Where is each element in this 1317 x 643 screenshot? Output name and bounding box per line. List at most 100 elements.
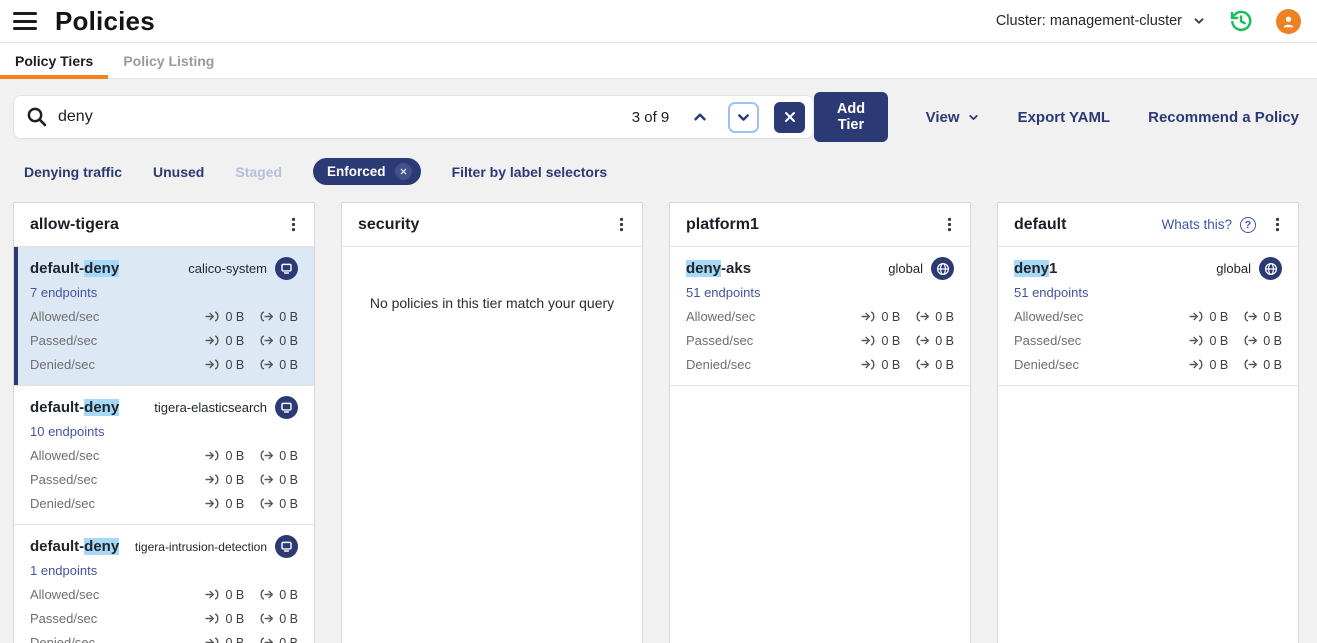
policy-scope: global <box>1216 261 1251 276</box>
ingress-icon <box>205 357 220 372</box>
policy-card[interactable]: default-deny tigera-intrusion-detection … <box>14 525 314 643</box>
history-icon <box>1229 9 1253 33</box>
tier-name: allow-tigera <box>30 216 119 234</box>
tier-name: default <box>1014 216 1066 234</box>
policy-card[interactable]: default-deny tigera-elasticsearch 10 end… <box>14 386 314 525</box>
metric-label: Passed/sec <box>686 333 753 348</box>
egress-icon <box>915 333 930 348</box>
filter-enforced-label: Enforced <box>327 164 386 179</box>
filter-enforced-chip[interactable]: Enforced <box>313 158 421 185</box>
metric-label: Allowed/sec <box>686 309 755 324</box>
history-button[interactable] <box>1228 8 1254 34</box>
metric-label: Denied/sec <box>30 635 95 643</box>
export-yaml-label: Export YAML <box>1018 109 1111 126</box>
kebab-menu-icon[interactable] <box>936 212 962 238</box>
search-highlight: deny <box>1014 260 1049 277</box>
kebab-menu-icon[interactable] <box>1264 212 1290 238</box>
ingress-value: 0 B <box>225 310 244 324</box>
ingress-icon <box>205 333 220 348</box>
chevron-down-icon <box>735 109 752 126</box>
egress-value: 0 B <box>935 334 954 348</box>
search-highlight: deny <box>686 260 721 277</box>
tab-policy-listing[interactable]: Policy Listing <box>108 43 229 78</box>
egress-value: 0 B <box>1263 310 1282 324</box>
search-input[interactable] <box>58 108 622 126</box>
endpoints-link[interactable]: 1 endpoints <box>30 563 298 578</box>
search-next-button[interactable] <box>728 102 759 133</box>
search-prev-button[interactable] <box>687 104 713 130</box>
chevron-down-icon <box>967 111 980 124</box>
ingress-icon <box>205 635 220 643</box>
filter-label-selectors[interactable]: Filter by label selectors <box>452 164 608 180</box>
chevron-up-icon <box>691 108 709 126</box>
namespace-icon <box>275 257 298 280</box>
metric-label: Passed/sec <box>1014 333 1081 348</box>
egress-value: 0 B <box>279 358 298 372</box>
policy-name: deny-aks <box>686 260 751 277</box>
tab-bar: Policy Tiers Policy Listing <box>0 42 1317 79</box>
endpoints-link[interactable]: 51 endpoints <box>686 285 954 300</box>
egress-value: 0 B <box>1263 358 1282 372</box>
metric-label: Passed/sec <box>30 611 97 626</box>
policy-card[interactable]: default-deny calico-system 7 endpoints A… <box>14 247 314 386</box>
tier-name: security <box>358 216 419 234</box>
tier-column-security: security No policies in this tier match … <box>341 202 643 643</box>
egress-value: 0 B <box>279 310 298 324</box>
view-dropdown[interactable]: View <box>926 109 980 126</box>
egress-icon <box>259 587 274 602</box>
egress-icon <box>915 357 930 372</box>
cluster-selector[interactable]: Cluster: management-cluster <box>996 13 1206 29</box>
metric-label: Allowed/sec <box>1014 309 1083 324</box>
tab-policy-tiers[interactable]: Policy Tiers <box>0 43 108 78</box>
endpoints-link[interactable]: 10 endpoints <box>30 424 298 439</box>
egress-icon <box>259 448 274 463</box>
export-yaml-button[interactable]: Export YAML <box>1018 109 1111 126</box>
ingress-icon <box>205 448 220 463</box>
policy-namespace: calico-system <box>188 261 267 276</box>
filter-denying-traffic[interactable]: Denying traffic <box>24 164 122 180</box>
egress-icon <box>1243 333 1258 348</box>
search-box: 3 of 9 <box>13 95 814 139</box>
egress-icon <box>259 357 274 372</box>
ingress-value: 0 B <box>881 310 900 324</box>
chevron-down-icon <box>1192 14 1206 28</box>
policy-name: deny1 <box>1014 260 1057 277</box>
search-clear-button[interactable] <box>774 102 805 133</box>
policy-card[interactable]: deny-aks global 51 endpoints Allowed/sec… <box>670 247 970 386</box>
global-icon <box>1259 257 1282 280</box>
ingress-value: 0 B <box>225 473 244 487</box>
remove-enforced-filter-button[interactable] <box>395 163 412 180</box>
policy-card[interactable]: deny1 global 51 endpoints Allowed/sec 0 … <box>998 247 1298 386</box>
app-header: Policies Cluster: management-cluster <box>0 0 1317 42</box>
recommend-policy-button[interactable]: Recommend a Policy <box>1148 109 1299 126</box>
ingress-value: 0 B <box>1209 358 1228 372</box>
ingress-icon <box>205 472 220 487</box>
kebab-menu-icon[interactable] <box>608 212 634 238</box>
add-tier-button[interactable]: Add Tier <box>814 92 887 142</box>
filter-bar: Denying traffic Unused Staged Enforced F… <box>24 158 1299 185</box>
filter-staged[interactable]: Staged <box>235 164 282 180</box>
endpoints-link[interactable]: 7 endpoints <box>30 285 298 300</box>
toolbar: 3 of 9 Add Tier View Export YAML Recomme… <box>13 92 1299 142</box>
endpoints-link[interactable]: 51 endpoints <box>1014 285 1282 300</box>
ingress-value: 0 B <box>225 449 244 463</box>
search-highlight: deny <box>84 538 119 555</box>
namespace-icon <box>275 535 298 558</box>
help-icon[interactable]: ? <box>1240 217 1256 233</box>
avatar[interactable] <box>1276 9 1301 34</box>
ingress-value: 0 B <box>881 334 900 348</box>
egress-value: 0 B <box>279 334 298 348</box>
tier-column-allow-tigera: allow-tigera default-deny calico-system … <box>13 202 315 643</box>
ingress-value: 0 B <box>1209 310 1228 324</box>
kebab-menu-icon[interactable] <box>280 212 306 238</box>
hamburger-menu-icon[interactable] <box>13 12 37 30</box>
metric-label: Denied/sec <box>686 357 751 372</box>
policy-name: default-deny <box>30 399 119 416</box>
whats-this-link[interactable]: Whats this? <box>1161 217 1232 232</box>
filter-unused[interactable]: Unused <box>153 164 204 180</box>
recommend-policy-label: Recommend a Policy <box>1148 109 1299 126</box>
egress-icon <box>1243 309 1258 324</box>
egress-value: 0 B <box>279 497 298 511</box>
egress-icon <box>259 635 274 643</box>
tab-policy-tiers-label: Policy Tiers <box>15 53 93 69</box>
